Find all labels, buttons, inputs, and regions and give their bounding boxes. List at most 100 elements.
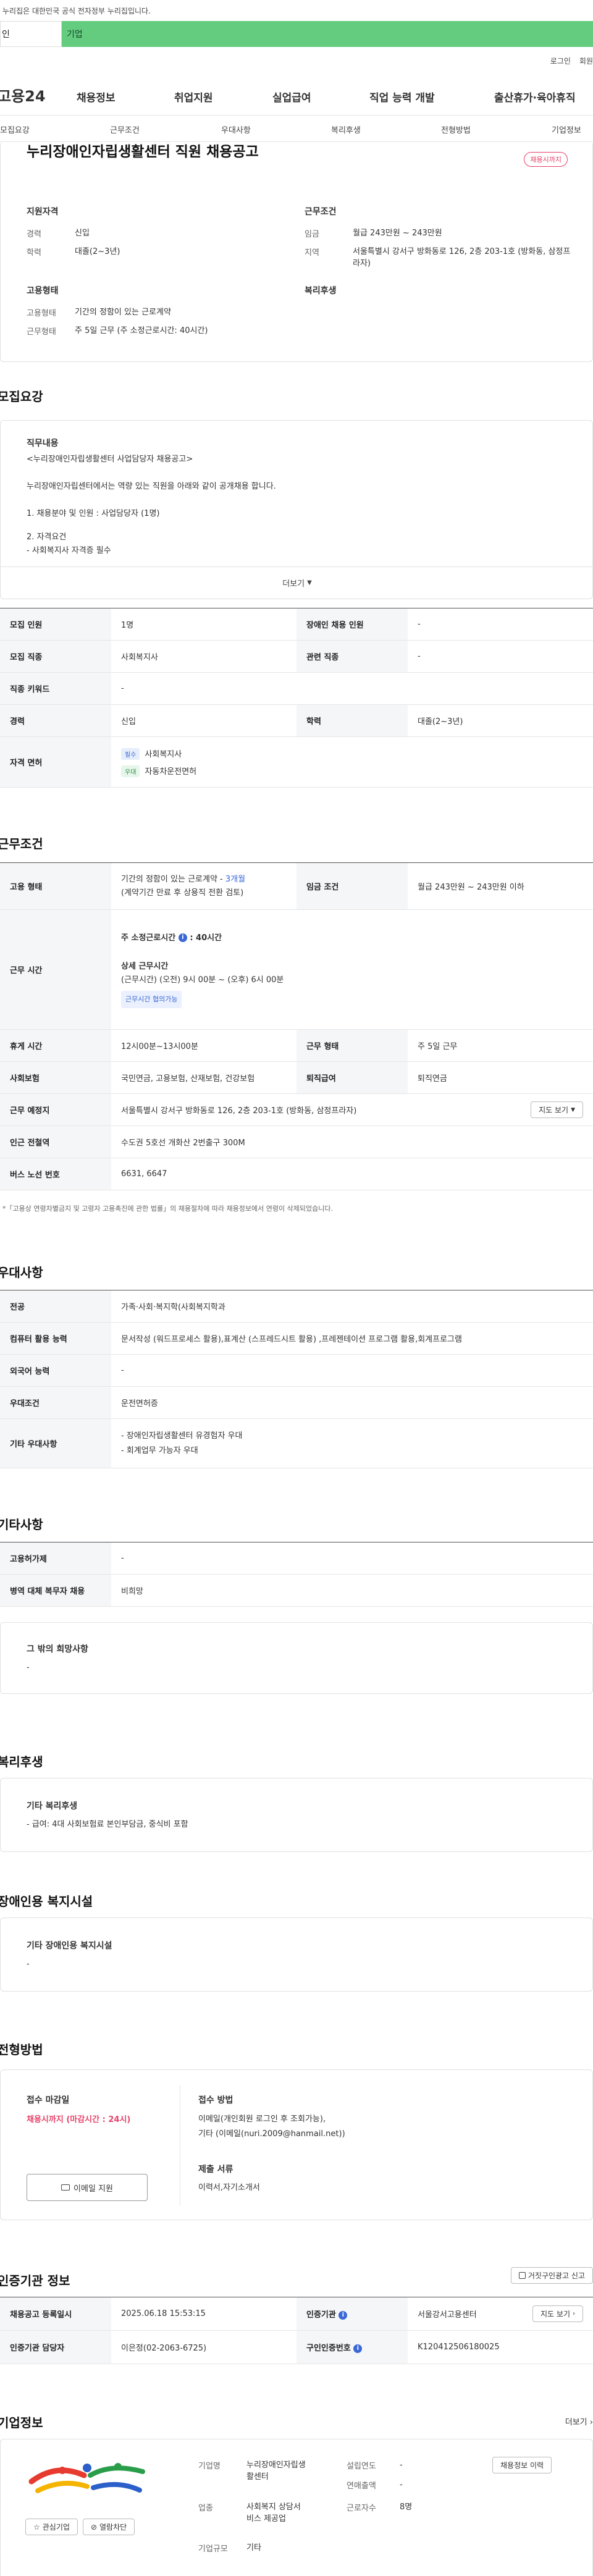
company-logo	[28, 2463, 145, 2493]
anchor-welfare[interactable]: 복리후생	[331, 124, 361, 135]
license-item: 필수 사회복지사	[121, 747, 583, 760]
row-label: 병역 대체 복무자 채용	[0, 1574, 111, 1607]
site-logo[interactable]: 고용24	[0, 84, 46, 106]
industry-line: 비스 제공업	[246, 2514, 286, 2523]
row-label: 근무 시간	[0, 909, 111, 1030]
table-row: 우대조건 운전면허증	[0, 1386, 593, 1419]
row-value: 12시00분~13시00분	[111, 1029, 296, 1062]
region-value: 서울특별시 강서구 방화동로 126, 2층 203-1호 (방화동, 삼정프라…	[353, 247, 571, 268]
email-apply-button[interactable]: 이메일 지원	[27, 2174, 148, 2201]
anchor-recruit[interactable]: 모집요강	[0, 124, 30, 135]
join-link[interactable]: 회원	[579, 56, 593, 66]
org-label: 인증기관	[306, 2310, 336, 2320]
main-navigation: 고용24 채용정보 취업지원 실업급여 직업 능력 개발 출산휴가·육아휴직	[0, 74, 593, 115]
table-row: 모집 직종 사회복지사 관련 직종 -	[0, 640, 593, 673]
map-button-label: 지도 보기	[539, 1106, 569, 1114]
tab-individual[interactable]: 인	[0, 21, 62, 47]
hours-total-value: : 40시간	[190, 933, 222, 943]
duty-line	[27, 494, 276, 507]
row-label: 컴퓨터 활용 능력	[0, 1322, 111, 1355]
row-label: 임금 조건	[296, 862, 408, 910]
duty-line	[27, 521, 276, 531]
required-tag: 필수	[121, 747, 140, 760]
row-label: 경력	[0, 704, 111, 737]
method-heading: 접수 방법	[198, 2095, 233, 2105]
info-icon[interactable]: i	[353, 2344, 363, 2353]
menu-employment-support[interactable]: 취업지원	[174, 89, 213, 104]
row-label: 인증기관 i	[296, 2297, 408, 2331]
anchor-preferences[interactable]: 우대사항	[221, 124, 251, 135]
company-sales: 연매출액 -	[347, 2479, 403, 2491]
emp-type-text: 기간의 정함이 있는 근로계약 -	[121, 874, 225, 884]
menu-jobs[interactable]: 채용정보	[77, 89, 116, 104]
block-view-button[interactable]: ⊘ 열람차단	[82, 2519, 135, 2535]
row-value: -	[408, 640, 593, 673]
disabled-facility-box: 기타 장애인용 복지시설 -	[0, 1917, 593, 1992]
menu-unemployment-benefit[interactable]: 실업급여	[272, 89, 311, 104]
row-value: -	[111, 1354, 593, 1387]
row-value: 신입	[111, 704, 296, 737]
table-row: 버스 노선 번호 6631, 6647	[0, 1158, 593, 1190]
user-type-tabs: 인 기업	[0, 21, 593, 47]
info-icon[interactable]: i	[178, 933, 187, 942]
anchor-work-conditions[interactable]: 근무조건	[110, 124, 140, 135]
org-map-button[interactable]: 지도 보기 ›	[532, 2305, 583, 2322]
row-label: 근무 예정지	[0, 1093, 111, 1126]
career-value: 신입	[75, 229, 90, 238]
company-industry: 업종 사회복지 상담서 비스 제공업	[198, 2501, 321, 2525]
row-label: 퇴직급여	[296, 1061, 408, 1094]
age-notice: *「고용상 연령차별금지 및 고령자 고용촉진에 관한 법률」의 채용절차에 따…	[2, 1205, 333, 1213]
row-label: 채용공고 등록일시	[0, 2297, 111, 2331]
work-section-title: 근무조건	[0, 836, 43, 851]
company-name-label: 기업명	[198, 2462, 221, 2471]
scale-value: 기타	[246, 2543, 261, 2553]
row-label: 버스 노선 번호	[0, 1158, 111, 1190]
duty-line: 1. 채용분야 및 인원 : 사업담당자 (1명)	[27, 509, 160, 518]
disabled-facility-section-title: 장애인용 복지시설	[0, 1894, 93, 1909]
job-history-button[interactable]: 채용정보 이력	[492, 2457, 552, 2473]
table-row: 휴게 시간 12시00분~13시00분 근무 형태 주 5일 근무	[0, 1029, 593, 1062]
info-icon[interactable]: i	[339, 2310, 348, 2320]
worktype-label: 근무형태	[27, 327, 56, 337]
anchor-company[interactable]: 기업정보	[552, 124, 581, 135]
row-value: 기간의 정함이 있는 근로계약 - 3개월 (계약기간 만료 후 상용직 전환 …	[111, 862, 296, 910]
false-ad-report-button[interactable]: 거짓구인광고 신고	[510, 2267, 593, 2284]
duty-heading: 직무내용	[27, 439, 59, 448]
worktype-value: 주 5일 근무 (주 소정근로시간: 40시간)	[75, 326, 208, 335]
more-button[interactable]: 더보기 ▼	[1, 566, 593, 599]
login-link[interactable]: 로그인	[550, 56, 571, 66]
cert-section-title: 인증기관 정보	[0, 2273, 70, 2288]
tab-company[interactable]: 기업	[62, 21, 593, 47]
selection-section-title: 전형방법	[0, 2042, 43, 2057]
row-value: 서울강서고용센터 지도 보기 ›	[408, 2297, 593, 2331]
welfare-box-heading: 기타 복리후생	[27, 1801, 78, 1811]
menu-vocational-training[interactable]: 직업 능력 개발	[369, 89, 435, 104]
work-table: 고용 형태 기간의 정함이 있는 근로계약 - 3개월 (계약기간 만료 후 상…	[0, 862, 593, 1190]
menu-parental-leave[interactable]: 출산휴가·육아휴직	[494, 89, 576, 104]
gov-notice-text: 누리집은 대한민국 공식 전자정부 누리집입니다.	[2, 6, 151, 15]
favorite-company-button[interactable]: ☆ 관심기업	[25, 2519, 78, 2535]
welfare-box-value: - 급여: 4대 사회보험료 본인부담금, 중식비 포함	[27, 1820, 188, 1829]
duty-line: 누리장애인자립센터에서는 역량 있는 직원을 아래와 같이 공개채용 합니다.	[27, 482, 276, 491]
row-label: 우대조건	[0, 1386, 111, 1419]
row-value: 1명	[111, 608, 296, 641]
company-more-link[interactable]: 더보기 ›	[565, 2415, 593, 2427]
method-line: 기타 (이메일(nuri.2009@hanmail.net))	[198, 2129, 345, 2139]
org-row: 서울강서고용센터 지도 보기 ›	[418, 2305, 583, 2322]
table-row: 기타 우대사항 - 장애인자립생활센터 유경험자 우대 - 회계업무 가능자 우…	[0, 1418, 593, 1468]
row-value: 사회복지사	[111, 640, 296, 673]
other-section-title: 기타사항	[0, 1517, 43, 1532]
founded-label: 설립연도	[347, 2462, 376, 2471]
table-row: 경력 신입 학력 대졸(2~3년)	[0, 704, 593, 737]
deadline-heading: 접수 마감일	[27, 2095, 70, 2105]
map-button[interactable]: 지도 보기 ▼	[531, 1101, 583, 1118]
org-map-label: 지도 보기	[540, 2310, 570, 2318]
hours-detail-heading: 상세 근무시간	[121, 961, 169, 971]
anchor-selection[interactable]: 전형방법	[441, 124, 471, 135]
other-table: 고용허가제 - 병역 대체 복무자 채용 비희망	[0, 1542, 593, 1607]
block-label: 열람차단	[99, 2523, 127, 2532]
company-name: 기업명 누리장애인자립생 활센터	[198, 2459, 321, 2483]
company-name-line: 누리장애인자립생	[246, 2460, 306, 2470]
founded-value: -	[400, 2460, 403, 2470]
wage-label: 임금	[305, 230, 319, 239]
